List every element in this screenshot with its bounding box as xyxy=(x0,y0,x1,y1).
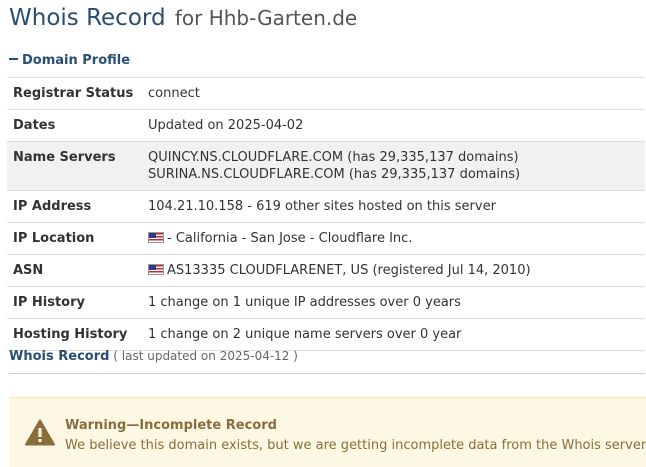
domain-profile-toggle-label: Domain Profile xyxy=(22,53,131,68)
table-row: Name Servers QUINCY.NS.CLOUDFLARE.COM (h… xyxy=(7,141,645,191)
ip-location-value: - California - San Jose - Cloudflare Inc… xyxy=(167,231,413,246)
ip-history-value: 1 change on 1 unique IP addresses over 0… xyxy=(148,295,461,310)
row-label: Dates xyxy=(13,118,56,133)
registrar-status-value: connect xyxy=(148,86,200,101)
name-server-1: QUINCY.NS.CLOUDFLARE.COM (has 29,335,137… xyxy=(148,150,519,165)
domain-profile-table: Registrar Status connect Dates Updated o… xyxy=(7,77,645,351)
row-label: Hosting History xyxy=(13,327,128,342)
page-title-main: Whois Record xyxy=(9,5,166,31)
whois-last-updated: ( last updated on 2025-04-12 ) xyxy=(113,349,298,363)
minus-icon xyxy=(9,57,18,60)
ip-address-value: 104.21.10.158 xyxy=(148,199,244,214)
row-label: IP Location xyxy=(13,231,95,246)
dates-value: Updated on 2025-04-02 xyxy=(148,118,304,133)
row-label: Registrar Status xyxy=(13,86,134,101)
table-row: IP History 1 change on 1 unique IP addre… xyxy=(7,286,645,319)
table-row: Dates Updated on 2025-04-02 xyxy=(7,109,645,142)
warning-message: We believe this domain exists, but we ar… xyxy=(65,438,646,453)
row-label: ASN xyxy=(13,263,44,278)
warning-alert: Warning—Incomplete Record We believe thi… xyxy=(9,397,646,467)
row-label: IP History xyxy=(13,295,85,310)
warning-title: Warning—Incomplete Record xyxy=(65,418,277,433)
row-label: Name Servers xyxy=(13,150,116,165)
us-flag-icon xyxy=(148,232,164,243)
table-row: IP Location - California - San Jose - Cl… xyxy=(7,222,645,255)
warning-triangle-icon xyxy=(25,419,55,446)
divider xyxy=(9,373,645,374)
page-title: Whois Record for Hhb-Garten.de xyxy=(9,5,357,31)
asn-value: AS13335 CLOUDFLARENET, US (registered Ju… xyxy=(167,263,531,278)
domain-profile-toggle[interactable]: Domain Profile xyxy=(9,53,130,68)
whois-record-title: Whois Record xyxy=(9,349,110,364)
whois-record-heading: Whois Record ( last updated on 2025-04-1… xyxy=(9,349,298,364)
page-title-domain: for Hhb-Garten.de xyxy=(174,6,358,30)
hosting-history-value: 1 change on 2 unique name servers over 0… xyxy=(148,327,462,342)
table-row: IP Address 104.21.10.158 - 619 other sit… xyxy=(7,190,645,223)
name-server-2: SURINA.NS.CLOUDFLARE.COM (has 29,335,137… xyxy=(148,167,521,182)
us-flag-icon xyxy=(148,264,164,275)
table-row: Registrar Status connect xyxy=(7,77,645,110)
row-label: IP Address xyxy=(13,199,92,214)
table-row: ASN AS13335 CLOUDFLARENET, US (registere… xyxy=(7,254,645,287)
table-row: Hosting History 1 change on 2 unique nam… xyxy=(7,318,645,351)
ip-address-sites-link[interactable]: - 619 other sites hosted on this server xyxy=(243,199,496,214)
